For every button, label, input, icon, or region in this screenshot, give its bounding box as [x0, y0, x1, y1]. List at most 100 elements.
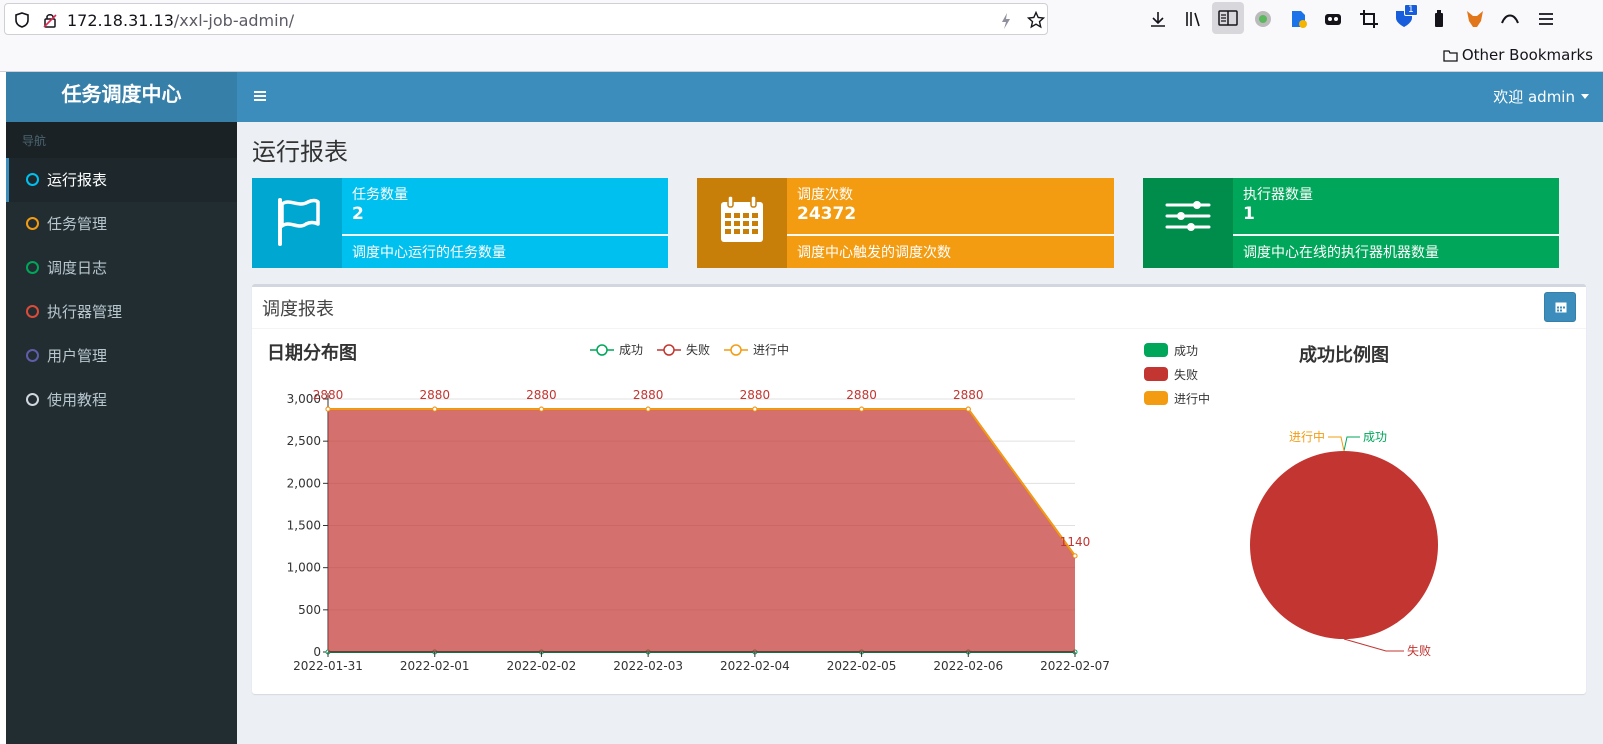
- url-path: /xxl-job-admin/: [173, 11, 295, 30]
- info-box-triggers: 调度次数 24372 调度中心触发的调度次数: [697, 178, 1114, 268]
- extension-bitwarden-button[interactable]: 1: [1394, 4, 1418, 28]
- x-tick-label: 2022-02-05: [827, 659, 897, 673]
- data-point: [432, 406, 438, 412]
- sidebar-item-logs[interactable]: 调度日志: [6, 246, 237, 290]
- info-box-number: 24372: [797, 204, 857, 224]
- series-area: [328, 409, 1075, 652]
- folder-icon: [1443, 50, 1458, 62]
- legend-label: 进行中: [753, 342, 789, 357]
- reader-view-button[interactable]: [1212, 2, 1244, 34]
- legend-label: 成功: [619, 343, 643, 357]
- x-tick-label: 2022-02-06: [933, 659, 1003, 673]
- y-tick-label: 1,000: [287, 561, 321, 575]
- data-label: 2880: [633, 388, 664, 402]
- menu-icon[interactable]: [1536, 9, 1556, 29]
- chart-title: 日期分布图: [267, 342, 357, 364]
- extension-circle-icon[interactable]: [1253, 9, 1273, 29]
- data-label: 1140: [1060, 535, 1091, 549]
- extension-translate-icon[interactable]: [1289, 9, 1309, 29]
- info-box-icon-area: [697, 178, 787, 268]
- hamburger-icon[interactable]: [253, 88, 267, 104]
- sidebar-item-help[interactable]: 使用教程: [6, 378, 237, 422]
- star-icon[interactable]: [1027, 11, 1045, 29]
- slice-label: 进行中: [1289, 429, 1325, 444]
- info-box-description: 调度中心运行的任务数量: [352, 245, 506, 261]
- progress-bar: [342, 234, 668, 236]
- info-box-description: 调度中心触发的调度次数: [797, 245, 951, 261]
- info-box-label: 调度次数: [797, 187, 853, 203]
- data-label: 2880: [846, 388, 877, 402]
- x-tick-label: 2022-02-03: [613, 659, 683, 673]
- info-box-number: 2: [352, 204, 364, 224]
- extension-mask-icon[interactable]: [1323, 9, 1343, 29]
- sidebar-item-label: 调度日志: [47, 259, 108, 277]
- legend-label: 失败: [1174, 367, 1198, 382]
- data-point: [965, 406, 971, 412]
- y-tick-label: 1,500: [287, 519, 321, 533]
- address-bar[interactable]: 172.18.31.13/xxl-job-admin/: [4, 3, 1048, 35]
- reader-view-icon: [1218, 10, 1238, 26]
- url-text[interactable]: 172.18.31.13/xxl-job-admin/: [67, 11, 294, 30]
- info-box-icon-area: [252, 178, 342, 268]
- extension-usb-icon[interactable]: [1429, 9, 1449, 29]
- sidebar-item-label: 使用教程: [47, 391, 108, 409]
- legend-swatch: [1144, 367, 1168, 381]
- info-box-body: 执行器数量 1 调度中心在线的执行器机器数量: [1233, 178, 1559, 268]
- legend-label: 成功: [1174, 344, 1198, 358]
- y-tick-label: 2,500: [287, 434, 321, 448]
- calendar-icon: [1555, 302, 1567, 313]
- progress-bar: [787, 234, 1114, 236]
- info-box-label: 任务数量: [352, 187, 408, 203]
- sidebar-item-report[interactable]: 运行报表: [6, 158, 237, 202]
- label-line: [1343, 436, 1360, 452]
- app: 任务调度中心 导航 运行报表 任务管理 调度日志 执行器管理 用户管理 使用教程: [0, 72, 1603, 744]
- circle-icon: [26, 217, 39, 230]
- sidebar-item-label: 运行报表: [47, 171, 108, 189]
- sidebar-item-label: 任务管理: [47, 215, 108, 233]
- data-label: 2880: [953, 388, 984, 402]
- sidebar-item-users[interactable]: 用户管理: [6, 334, 237, 378]
- info-box-jobs: 任务数量 2 调度中心运行的任务数量: [252, 178, 668, 268]
- date-range-button[interactable]: [1544, 292, 1576, 322]
- caret-down-icon: [1581, 94, 1589, 99]
- info-box-body: 调度次数 24372 调度中心触发的调度次数: [787, 178, 1114, 268]
- sidebar-item-executors[interactable]: 执行器管理: [6, 290, 237, 334]
- data-point: [859, 406, 865, 412]
- bolt-icon[interactable]: [1001, 13, 1011, 29]
- sidebar-item-jobs[interactable]: 任务管理: [6, 202, 237, 246]
- app-logo[interactable]: 任务调度中心: [6, 72, 237, 122]
- extension-signal-icon[interactable]: [1500, 9, 1520, 29]
- metamask-fox-icon[interactable]: [1465, 9, 1485, 29]
- chart-title: 成功比例图: [1299, 344, 1389, 366]
- data-label: 2880: [740, 388, 771, 402]
- download-icon[interactable]: [1148, 9, 1168, 29]
- shield-icon[interactable]: [15, 12, 29, 28]
- info-box-number: 1: [1243, 204, 1255, 224]
- info-box-label: 执行器数量: [1243, 187, 1313, 203]
- welcome-text: 欢迎 admin: [1493, 88, 1575, 106]
- data-point: [538, 406, 544, 412]
- info-box-body: 任务数量 2 调度中心运行的任务数量: [342, 178, 668, 268]
- data-point: [645, 406, 651, 412]
- x-tick-label: 2022-02-01: [400, 659, 470, 673]
- browser-toolbar: 172.18.31.13/xxl-job-admin/ 1: [0, 0, 1603, 38]
- crop-icon[interactable]: [1359, 9, 1379, 29]
- page-title: 运行报表: [252, 138, 348, 166]
- legend-label: 失败: [686, 342, 710, 357]
- sliders-icon: [1165, 201, 1211, 231]
- circle-icon: [26, 261, 39, 274]
- data-point: [752, 406, 758, 412]
- box-header: 调度报表: [252, 287, 1586, 329]
- y-tick-label: 2,000: [287, 476, 321, 490]
- other-bookmarks-button[interactable]: Other Bookmarks: [1443, 46, 1593, 64]
- legend-swatch: [1144, 391, 1168, 405]
- lock-icon[interactable]: [43, 12, 57, 28]
- y-tick-label: 500: [298, 603, 321, 617]
- circle-icon: [26, 393, 39, 406]
- sidebar: 任务调度中心 导航 运行报表 任务管理 调度日志 执行器管理 用户管理 使用教程: [6, 72, 237, 744]
- slice-label: 失败: [1407, 643, 1431, 658]
- library-icon[interactable]: [1184, 9, 1204, 29]
- user-menu[interactable]: 欢迎 admin: [1493, 86, 1589, 107]
- info-box-executors: 执行器数量 1 调度中心在线的执行器机器数量: [1143, 178, 1559, 268]
- nav-header: 导航: [6, 122, 237, 158]
